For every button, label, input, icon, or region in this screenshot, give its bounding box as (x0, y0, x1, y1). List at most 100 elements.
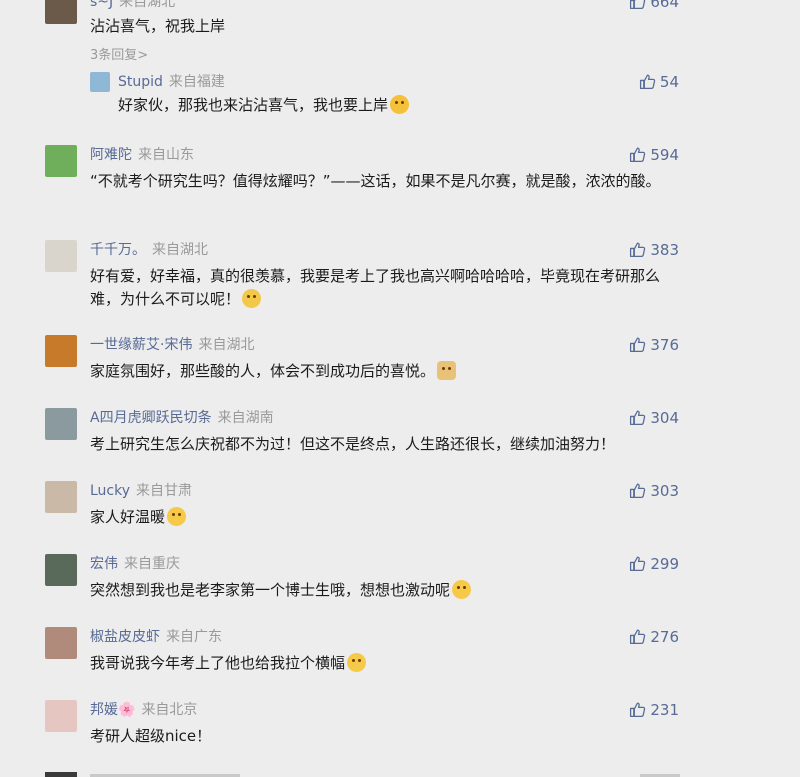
thumbs-up-icon (639, 74, 656, 90)
grin-emoji (452, 580, 472, 599)
like-button[interactable]: 303 (629, 481, 679, 501)
heart-eyes-emoji (390, 95, 410, 114)
comment-meta: A四月虎卿跃民切条 来自湖南 (90, 408, 274, 428)
like-button[interactable]: 304 (629, 408, 679, 428)
thumbs-up-icon (630, 147, 646, 163)
comment-text: 我哥说我今年考上了他也给我拉个横幅 (90, 652, 680, 675)
comment-item: 一世缘薪艾·宋伟 来自湖北 376 家庭氛围好，那些酸的人，体会不到成功后的喜悦。 (45, 335, 685, 385)
like-count: 303 (650, 482, 679, 500)
comment-item: Lucky 来自甘肃 303 家人好温暖 (45, 481, 685, 531)
author-name[interactable]: A四月虎卿跃民切条 (90, 410, 212, 426)
avatar[interactable] (45, 700, 77, 732)
thumbs-up-icon (630, 0, 646, 10)
like-button[interactable]: 276 (629, 627, 679, 647)
next-comment-partial (0, 768, 800, 777)
dizzy-emoji (242, 289, 262, 308)
avatar[interactable] (45, 0, 77, 24)
like-count: 231 (650, 701, 679, 719)
location-label: 来自福建 (168, 74, 225, 90)
like-button[interactable]: 383 (629, 240, 679, 260)
location-label: 来自湖南 (217, 410, 274, 426)
avatar[interactable] (45, 408, 77, 440)
comment-meta: 一世缘薪艾·宋伟 来自湖北 (90, 335, 254, 355)
doge-emoji (437, 361, 457, 380)
like-count: 594 (650, 146, 679, 164)
avatar[interactable] (45, 481, 77, 513)
comment-item: 椒盐皮皮虾 来自广东 276 我哥说我今年考上了他也给我拉个横幅 (45, 627, 685, 677)
location-label: 来自山东 (138, 147, 194, 163)
comment-text-body: 家庭氛围好，那些酸的人，体会不到成功后的喜悦。 (90, 362, 436, 380)
avatar[interactable] (45, 145, 77, 177)
like-count: 54 (659, 73, 679, 91)
location-label: 来自广东 (166, 629, 222, 645)
author-name[interactable]: 千千万。 (90, 242, 146, 258)
author-name[interactable]: 邦媛🌸 (90, 702, 135, 718)
comment-meta: 宏伟 来自重庆 (90, 554, 180, 574)
thumbs-up-icon (630, 702, 646, 718)
comment-text: 好有爱，好幸福，真的很羡慕，我要是考上了我也高兴啊哈哈哈哈，毕竟现在考研那么难，… (90, 265, 680, 311)
comment-meta: Stupid 来自福建 (118, 72, 225, 92)
like-count: 664 (650, 0, 679, 11)
avatar[interactable] (45, 335, 77, 367)
comment-text: 沾沾喜气，祝我上岸 (90, 17, 226, 35)
like-button[interactable]: 299 (629, 554, 679, 574)
author-name[interactable]: 阿难陀 (90, 147, 132, 163)
like-button[interactable]: 376 (629, 335, 679, 355)
author-name[interactable]: 宏伟 (90, 556, 118, 572)
comment-item: 邦媛🌸 来自北京 231 考研人超级nice！ (45, 700, 685, 750)
like-count: 304 (650, 409, 679, 427)
location-label: 来自湖北 (198, 337, 255, 353)
comment-text-body: 我哥说我今年考上了他也给我拉个横幅 (90, 654, 346, 672)
comment-text: 突然想到我也是老李家第一个博士生哦，想想也激动呢 (90, 579, 680, 602)
thumbs-up-icon (630, 337, 646, 353)
comment-item: 阿难陀 来自山东 594 “不就考个研究生吗？值得炫耀吗？”——这话，如果不是凡尔… (45, 145, 685, 215)
author-name[interactable]: Stupid (118, 74, 163, 90)
like-count: 276 (650, 628, 679, 646)
thumbs-up-icon (630, 242, 646, 258)
location-label: 来自湖北 (119, 0, 176, 10)
thumbs-up-icon (630, 410, 646, 426)
comment-item: s~J 来自湖北 664 沾沾喜气，祝我上岸 3条回复> (45, 0, 685, 63)
comment-text: “不就考个研究生吗？值得炫耀吗？”——这话，如果不是凡尔赛，就是酸，浓浓的酸。 (90, 172, 661, 190)
comment-feed: s~J 来自湖北 664 沾沾喜气，祝我上岸 3条回复> Stupid 来自福建 5… (0, 0, 800, 777)
comment-meta: Lucky 来自甘肃 (90, 481, 192, 501)
comment-text: 考研人超级nice！ (90, 727, 212, 745)
comment-item: 千千万。 来自湖北 383 好有爱，好幸福，真的很羡慕，我要是考上了我也高兴啊哈哈… (45, 240, 685, 310)
smile-emoji (167, 507, 187, 526)
thumbs-up-icon (630, 483, 646, 499)
comment-meta: 千千万。 来自湖北 (90, 240, 208, 260)
comment-meta: 邦媛🌸 来自北京 (90, 700, 197, 720)
avatar[interactable] (45, 240, 77, 272)
avatar[interactable] (90, 72, 110, 92)
comment-text: 家人好温暖 (90, 506, 680, 529)
like-button[interactable]: 664 (629, 0, 679, 12)
comment-text: 家庭氛围好，那些酸的人，体会不到成功后的喜悦。 (90, 360, 680, 383)
more-replies-link[interactable]: 3条回复> (90, 44, 148, 63)
avatar (45, 772, 77, 777)
reply-item: Stupid 来自福建 54 好家伙，那我也来沾沾喜气，我也要上岸 (90, 72, 685, 122)
like-button[interactable]: 231 (629, 700, 679, 720)
comment-text-body: 好家伙，那我也来沾沾喜气，我也要上岸 (118, 96, 389, 114)
author-name[interactable]: Lucky (90, 483, 130, 499)
like-button[interactable]: 594 (629, 145, 679, 165)
comment-item: A四月虎卿跃民切条 来自湖南 304 考上研究生怎么庆祝都不为过！但这不是终点，人… (45, 408, 685, 458)
avatar[interactable] (45, 554, 77, 586)
comment-text-body: 突然想到我也是老李家第一个博士生哦，想想也激动呢 (90, 581, 451, 599)
like-count: 376 (650, 336, 679, 354)
thumbs-up-icon (630, 556, 646, 572)
thumbs-up-icon (630, 629, 646, 645)
location-label: 来自北京 (141, 702, 198, 718)
author-name[interactable]: s~J (90, 0, 113, 10)
location-label: 来自湖北 (152, 242, 208, 258)
author-name[interactable]: 一世缘薪艾·宋伟 (90, 337, 192, 353)
comment-text: 考上研究生怎么庆祝都不为过！但这不是终点，人生路还很长，继续加油努力！ (90, 435, 616, 453)
like-count: 299 (650, 555, 679, 573)
avatar[interactable] (45, 627, 77, 659)
comment-text: 好家伙，那我也来沾沾喜气，我也要上岸 (118, 94, 708, 117)
comment-item: 宏伟 来自重庆 299 突然想到我也是老李家第一个博士生哦，想想也激动呢 (45, 554, 685, 604)
like-button[interactable]: 54 (639, 72, 679, 92)
grimace-emoji (347, 653, 367, 672)
like-count: 383 (650, 241, 679, 259)
author-name[interactable]: 椒盐皮皮虾 (90, 629, 160, 645)
comment-meta: 阿难陀 来自山东 (90, 145, 194, 165)
